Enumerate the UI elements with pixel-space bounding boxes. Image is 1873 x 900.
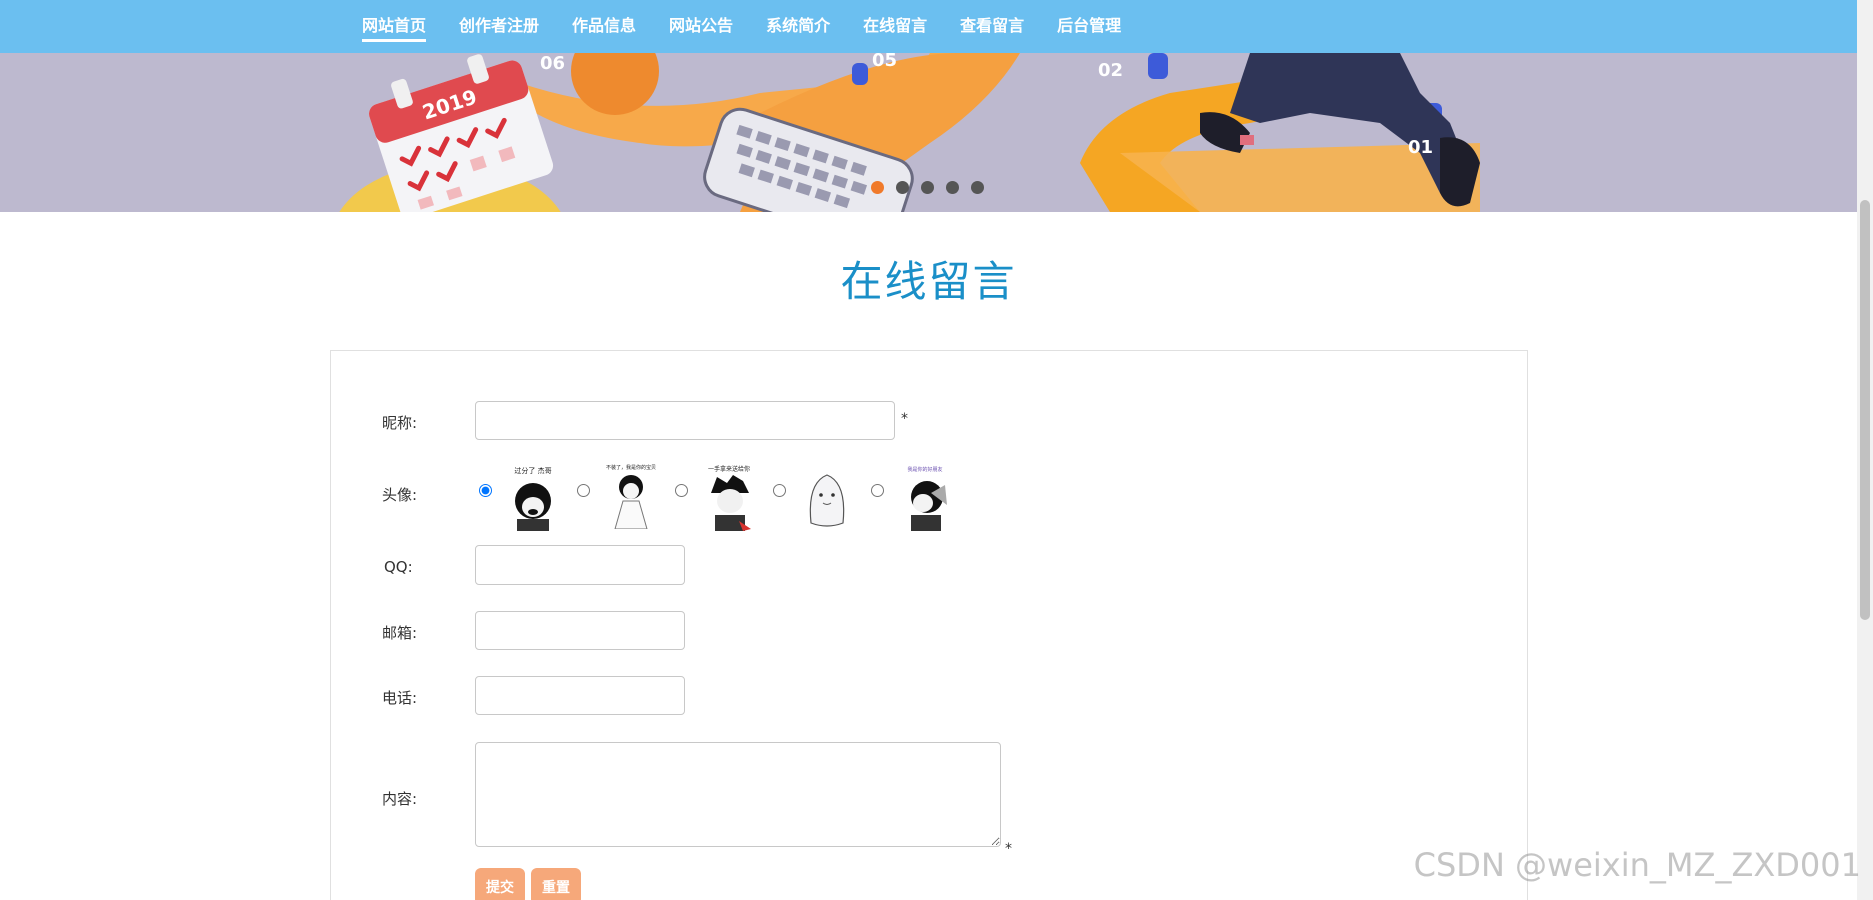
nav-works[interactable]: 作品信息: [572, 0, 636, 53]
nav-admin[interactable]: 后台管理: [1057, 0, 1121, 53]
nav-message[interactable]: 在线留言: [863, 0, 927, 53]
carousel-dots: [871, 181, 984, 194]
nickname-input[interactable]: [475, 401, 895, 440]
avatar-radio-4[interactable]: [773, 484, 786, 497]
phone-input[interactable]: [475, 676, 685, 715]
avatar-image-1[interactable]: 过分了 杰哥: [507, 463, 559, 531]
carousel-dot-5[interactable]: [971, 181, 984, 194]
message-form: 昵称: * 头像: 过分了 杰哥 不装了，我是你的宝贝 一手拿来送给你 我是你的…: [330, 350, 1528, 900]
nav-view-messages[interactable]: 查看留言: [960, 0, 1024, 53]
nickname-label: 昵称:: [382, 414, 418, 432]
email-label: 邮箱:: [382, 624, 418, 642]
avatar-radio-5[interactable]: [871, 484, 884, 497]
content-textarea[interactable]: [475, 742, 1001, 847]
page: 网站首页 创作者注册 作品信息 网站公告 系统简介 在线留言 查看留言 后台管理: [0, 0, 1873, 900]
svg-text:过分了 杰哥: 过分了 杰哥: [514, 466, 551, 475]
svg-text:我是你的好朋友: 我是你的好朋友: [907, 466, 942, 473]
avatar-image-2[interactable]: 不装了，我是你的宝贝: [605, 461, 657, 529]
avatar-label: 头像:: [382, 486, 418, 504]
avatar-radio-2[interactable]: [577, 484, 590, 497]
avatar-radio-3[interactable]: [675, 484, 688, 497]
carousel-dot-1[interactable]: [871, 181, 884, 194]
page-scrollbar[interactable]: [1857, 0, 1873, 900]
banner-pin: [852, 63, 868, 85]
svg-text:02: 02: [1098, 60, 1123, 81]
carousel-dot-3[interactable]: [921, 181, 934, 194]
nav-register[interactable]: 创作者注册: [459, 0, 539, 53]
nav-home[interactable]: 网站首页: [362, 0, 427, 53]
nav-about[interactable]: 系统简介: [766, 0, 830, 53]
avatar-radio-1[interactable]: [479, 484, 492, 497]
svg-text:不装了，我是你的宝贝: 不装了，我是你的宝贝: [606, 464, 656, 471]
nav-menu: 网站首页 创作者注册 作品信息 网站公告 系统简介 在线留言 查看留言 后台管理: [362, 0, 1154, 53]
email-input[interactable]: [475, 611, 685, 650]
qq-input[interactable]: [475, 545, 685, 585]
content-label: 内容:: [382, 790, 418, 808]
banner-carousel: 2019 06 05 02 01: [0, 53, 1857, 212]
carousel-dot-4[interactable]: [946, 181, 959, 194]
nickname-required-mark: *: [901, 411, 908, 427]
content-required-mark: *: [1005, 841, 1012, 857]
svg-text:01: 01: [1408, 137, 1433, 158]
submit-button[interactable]: 提交: [475, 868, 525, 900]
phone-label: 电话:: [382, 689, 418, 707]
top-navbar: 网站首页 创作者注册 作品信息 网站公告 系统简介 在线留言 查看留言 后台管理: [0, 0, 1857, 53]
reset-button[interactable]: 重置: [531, 868, 581, 900]
nav-notice[interactable]: 网站公告: [669, 0, 733, 53]
scrollbar-thumb[interactable]: [1860, 200, 1870, 620]
watermark-text: CSDN @weixin_MZ_ZXD001: [1413, 846, 1861, 884]
avatar-image-5[interactable]: 我是你的好朋友: [899, 463, 951, 531]
svg-text:06: 06: [540, 53, 565, 74]
svg-text:05: 05: [872, 53, 897, 71]
avatar-image-4[interactable]: [801, 463, 853, 531]
qq-label: QQ:: [384, 558, 413, 576]
avatar-image-3[interactable]: 一手拿来送给你: [703, 463, 755, 531]
page-title: 在线留言: [840, 257, 1017, 306]
banner-pin: [1148, 53, 1168, 79]
carousel-dot-2[interactable]: [896, 181, 909, 194]
svg-text:一手拿来送给你: 一手拿来送给你: [708, 465, 750, 473]
